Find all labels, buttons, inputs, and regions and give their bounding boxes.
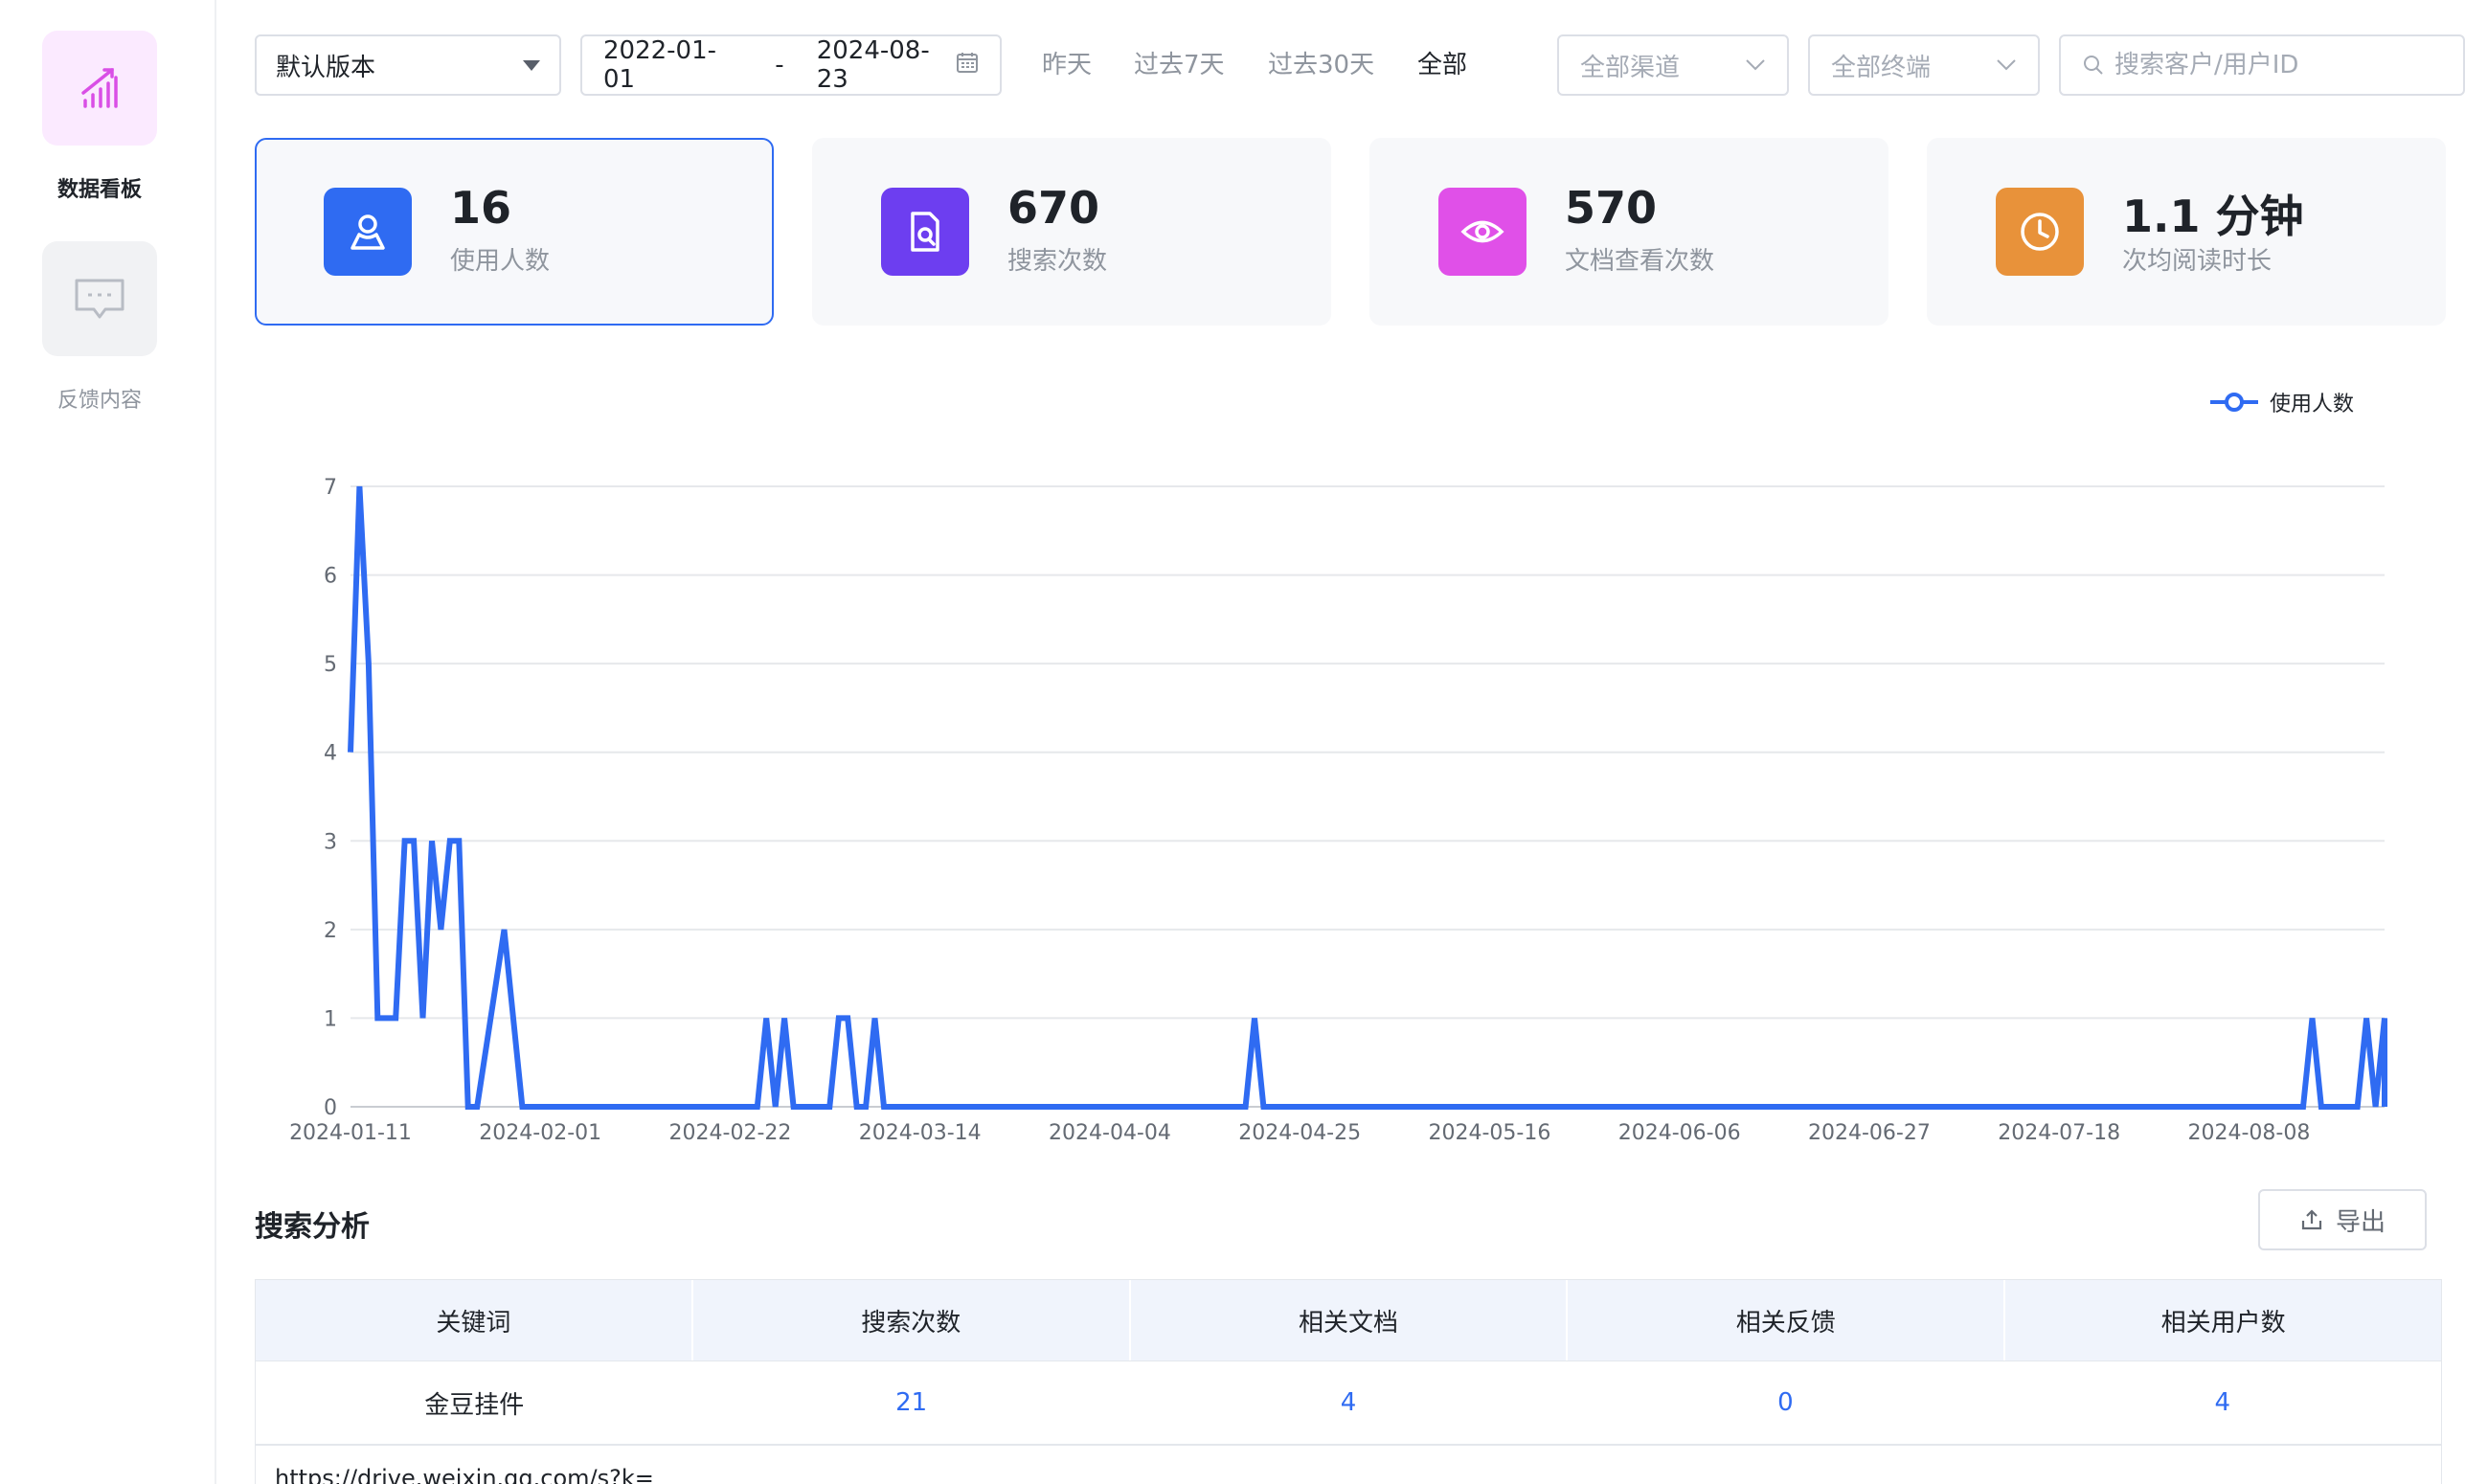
column-header[interactable]: 搜索次数	[693, 1280, 1131, 1360]
sidebar-item-label: 数据看板	[57, 178, 142, 202]
date-end[interactable]: 2024-08-23	[817, 36, 956, 94]
chevron-down-icon	[1746, 59, 1765, 71]
search-input[interactable]	[2114, 51, 2440, 79]
x-tick-label: 2024-06-27	[1808, 1121, 1931, 1145]
eye-icon	[1438, 188, 1526, 276]
y-tick-label: 0	[324, 1096, 337, 1120]
terminal-select-placeholder: 全部终端	[1831, 53, 1932, 82]
calendar-icon[interactable]	[956, 51, 979, 80]
cell-feedback[interactable]: 0	[1567, 1361, 2003, 1444]
search-icon	[2084, 56, 2103, 75]
export-button[interactable]: 导出	[2258, 1189, 2427, 1250]
stat-card-searches[interactable]: 670 搜索次数	[812, 138, 1331, 326]
search-box[interactable]	[2059, 34, 2465, 96]
table-header: 关键词 搜索次数 相关文档 相关反馈 相关用户数	[255, 1279, 2442, 1361]
filter-toolbar: 默认版本 2022-01-01 - 2024-08-23 昨天 过去7天 过去3…	[255, 34, 2465, 96]
quick-range-30days[interactable]: 过去30天	[1268, 34, 1374, 96]
x-tick-label: 2024-04-04	[1049, 1121, 1171, 1145]
chevron-down-icon	[1997, 59, 2016, 71]
sidebar: 数据看板 反馈内容	[0, 0, 216, 1484]
quick-range-7days[interactable]: 过去7天	[1134, 34, 1225, 96]
cell-docs[interactable]: 4	[1130, 1361, 1567, 1444]
sidebar-item-dashboard[interactable]: 数据看板	[0, 31, 199, 203]
stat-value: 16	[450, 182, 512, 234]
x-tick-label: 2024-07-18	[1998, 1121, 2120, 1145]
date-separator: -	[775, 51, 784, 79]
version-select[interactable]: 默认版本	[255, 34, 561, 96]
export-label: 导出	[2335, 1207, 2386, 1237]
quick-range-yesterday[interactable]: 昨天	[1042, 34, 1092, 96]
doc-search-icon	[881, 188, 969, 276]
x-tick-label: 2024-05-16	[1429, 1121, 1551, 1145]
bar-chart-icon	[42, 31, 157, 146]
x-tick-label: 2024-02-01	[479, 1121, 601, 1145]
column-header[interactable]: 关键词	[256, 1280, 693, 1360]
y-tick-label: 5	[324, 653, 337, 677]
section-title: 搜索分析	[255, 1210, 370, 1244]
stat-label: 次均阅读时长	[2122, 247, 2273, 276]
message-icon	[42, 241, 157, 356]
series-line	[348, 485, 2387, 1110]
quick-range-all[interactable]: 全部	[1417, 34, 1467, 96]
x-tick-label: 2024-06-06	[1618, 1121, 1741, 1145]
y-tick-label: 7	[324, 476, 337, 500]
stat-label: 使用人数	[450, 247, 551, 276]
y-tick-label: 6	[324, 565, 337, 589]
cell-users[interactable]: 4	[2004, 1361, 2441, 1444]
column-header[interactable]: 相关文档	[1131, 1280, 1569, 1360]
clock-icon	[1996, 188, 2084, 276]
y-tick-label: 2	[324, 919, 337, 943]
x-tick-label: 2024-01-11	[289, 1121, 412, 1145]
stat-card-doc-views[interactable]: 570 文档查看次数	[1369, 138, 1888, 326]
stat-value: 570	[1565, 182, 1658, 234]
table-row[interactable]: 金豆挂件 21 4 0 4	[255, 1361, 2442, 1446]
date-start[interactable]: 2022-01-01	[603, 36, 742, 94]
date-range-picker[interactable]: 2022-01-01 - 2024-08-23	[580, 34, 1002, 96]
sidebar-item-feedback[interactable]: 反馈内容	[0, 241, 199, 414]
x-tick-label: 2024-04-25	[1238, 1121, 1361, 1145]
x-tick-label: 2024-03-14	[859, 1121, 982, 1145]
x-tick-label: 2024-08-08	[2187, 1121, 2310, 1145]
upload-icon	[2301, 1209, 2322, 1230]
cell-keyword: 金豆挂件	[424, 1390, 525, 1420]
version-select-value: 默认版本	[276, 53, 376, 82]
column-header[interactable]: 相关反馈	[1568, 1280, 2006, 1360]
cell-keyword: https://drive.weixin.qq.com/s?k=	[275, 1465, 654, 1484]
cell-searches[interactable]: 21	[692, 1361, 1129, 1444]
stat-card-users[interactable]: 16 使用人数	[255, 138, 774, 326]
column-header[interactable]: 相关用户数	[2005, 1280, 2441, 1360]
stat-label: 文档查看次数	[1565, 247, 1715, 276]
table-row[interactable]: https://drive.weixin.qq.com/s?k=	[255, 1446, 2442, 1484]
channel-select[interactable]: 全部渠道	[1557, 34, 1789, 96]
user-icon	[324, 188, 412, 276]
sidebar-item-label: 反馈内容	[57, 389, 142, 413]
stat-value: 1.1 分钟	[2122, 191, 2304, 242]
y-tick-label: 4	[324, 742, 337, 766]
y-tick-label: 3	[324, 830, 337, 854]
stat-label: 搜索次数	[1007, 247, 1108, 276]
y-tick-label: 1	[324, 1007, 337, 1031]
stat-value: 670	[1007, 182, 1100, 234]
chart-svg: 0 1 2 3 4 5 6 7 2024-01-11 2024-02-01 2024-02-22 20…	[289, 476, 2387, 1145]
search-analysis-table: 关键词 搜索次数 相关文档 相关反馈 相关用户数 金豆挂件 21 4 0 4 h…	[255, 1279, 2442, 1484]
terminal-select[interactable]: 全部终端	[1808, 34, 2040, 96]
stat-card-read-time[interactable]: 1.1 分钟 次均阅读时长	[1927, 138, 2446, 326]
line-chart: 0 1 2 3 4 5 6 7 2024-01-11 2024-02-01 2024-02-22 20…	[255, 364, 2457, 1149]
caret-down-icon	[523, 59, 540, 71]
x-tick-label: 2024-02-22	[669, 1121, 792, 1145]
channel-select-placeholder: 全部渠道	[1580, 53, 1681, 82]
